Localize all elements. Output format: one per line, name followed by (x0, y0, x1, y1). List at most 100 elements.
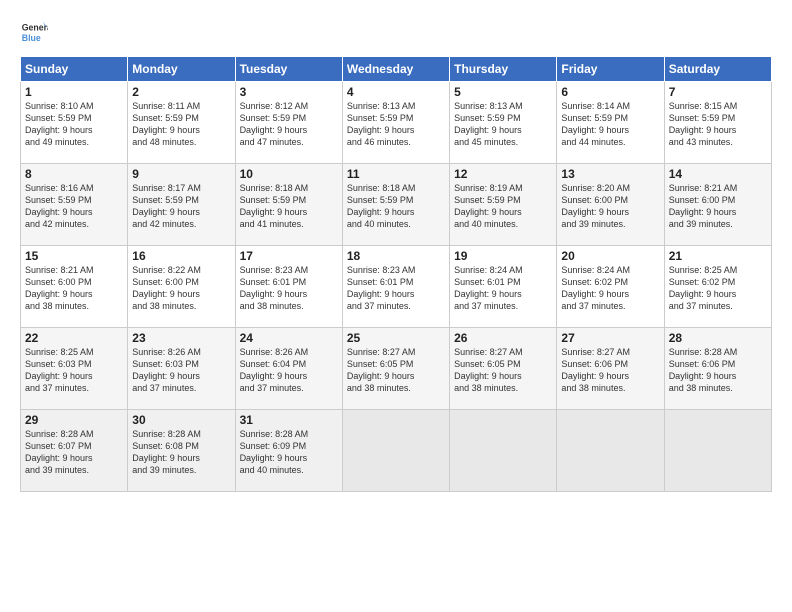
day-info: Sunrise: 8:25 AM Sunset: 6:02 PM Dayligh… (669, 264, 767, 313)
day-info: Sunrise: 8:28 AM Sunset: 6:06 PM Dayligh… (669, 346, 767, 395)
weekday-monday: Monday (128, 57, 235, 82)
calendar-cell: 10Sunrise: 8:18 AM Sunset: 5:59 PM Dayli… (235, 164, 342, 246)
day-info: Sunrise: 8:27 AM Sunset: 6:05 PM Dayligh… (454, 346, 552, 395)
day-number: 2 (132, 85, 230, 99)
weekday-thursday: Thursday (450, 57, 557, 82)
calendar-table: SundayMondayTuesdayWednesdayThursdayFrid… (20, 56, 772, 492)
calendar-cell (450, 410, 557, 492)
calendar-cell: 2Sunrise: 8:11 AM Sunset: 5:59 PM Daylig… (128, 82, 235, 164)
day-info: Sunrise: 8:18 AM Sunset: 5:59 PM Dayligh… (347, 182, 445, 231)
day-number: 5 (454, 85, 552, 99)
logo: General Blue (20, 18, 52, 46)
calendar-cell: 3Sunrise: 8:12 AM Sunset: 5:59 PM Daylig… (235, 82, 342, 164)
calendar-cell: 18Sunrise: 8:23 AM Sunset: 6:01 PM Dayli… (342, 246, 449, 328)
day-info: Sunrise: 8:24 AM Sunset: 6:02 PM Dayligh… (561, 264, 659, 313)
day-number: 13 (561, 167, 659, 181)
day-info: Sunrise: 8:23 AM Sunset: 6:01 PM Dayligh… (347, 264, 445, 313)
calendar-cell: 15Sunrise: 8:21 AM Sunset: 6:00 PM Dayli… (21, 246, 128, 328)
header: General Blue (20, 18, 772, 46)
calendar-cell: 28Sunrise: 8:28 AM Sunset: 6:06 PM Dayli… (664, 328, 771, 410)
day-number: 25 (347, 331, 445, 345)
day-number: 26 (454, 331, 552, 345)
day-info: Sunrise: 8:19 AM Sunset: 5:59 PM Dayligh… (454, 182, 552, 231)
calendar-cell: 5Sunrise: 8:13 AM Sunset: 5:59 PM Daylig… (450, 82, 557, 164)
day-info: Sunrise: 8:28 AM Sunset: 6:09 PM Dayligh… (240, 428, 338, 477)
day-info: Sunrise: 8:12 AM Sunset: 5:59 PM Dayligh… (240, 100, 338, 149)
calendar-cell: 6Sunrise: 8:14 AM Sunset: 5:59 PM Daylig… (557, 82, 664, 164)
calendar-cell: 16Sunrise: 8:22 AM Sunset: 6:00 PM Dayli… (128, 246, 235, 328)
day-info: Sunrise: 8:26 AM Sunset: 6:04 PM Dayligh… (240, 346, 338, 395)
weekday-tuesday: Tuesday (235, 57, 342, 82)
svg-text:Blue: Blue (22, 33, 41, 43)
day-number: 22 (25, 331, 123, 345)
day-info: Sunrise: 8:15 AM Sunset: 5:59 PM Dayligh… (669, 100, 767, 149)
weekday-friday: Friday (557, 57, 664, 82)
day-info: Sunrise: 8:27 AM Sunset: 6:06 PM Dayligh… (561, 346, 659, 395)
calendar-cell: 13Sunrise: 8:20 AM Sunset: 6:00 PM Dayli… (557, 164, 664, 246)
calendar-cell: 4Sunrise: 8:13 AM Sunset: 5:59 PM Daylig… (342, 82, 449, 164)
day-number: 29 (25, 413, 123, 427)
calendar-cell: 27Sunrise: 8:27 AM Sunset: 6:06 PM Dayli… (557, 328, 664, 410)
day-number: 24 (240, 331, 338, 345)
day-number: 21 (669, 249, 767, 263)
calendar-cell: 8Sunrise: 8:16 AM Sunset: 5:59 PM Daylig… (21, 164, 128, 246)
day-number: 31 (240, 413, 338, 427)
calendar-cell: 23Sunrise: 8:26 AM Sunset: 6:03 PM Dayli… (128, 328, 235, 410)
day-info: Sunrise: 8:11 AM Sunset: 5:59 PM Dayligh… (132, 100, 230, 149)
calendar-cell: 7Sunrise: 8:15 AM Sunset: 5:59 PM Daylig… (664, 82, 771, 164)
calendar-cell: 12Sunrise: 8:19 AM Sunset: 5:59 PM Dayli… (450, 164, 557, 246)
day-info: Sunrise: 8:18 AM Sunset: 5:59 PM Dayligh… (240, 182, 338, 231)
day-number: 1 (25, 85, 123, 99)
day-info: Sunrise: 8:17 AM Sunset: 5:59 PM Dayligh… (132, 182, 230, 231)
calendar-cell: 1Sunrise: 8:10 AM Sunset: 5:59 PM Daylig… (21, 82, 128, 164)
day-info: Sunrise: 8:13 AM Sunset: 5:59 PM Dayligh… (454, 100, 552, 149)
day-number: 7 (669, 85, 767, 99)
day-number: 20 (561, 249, 659, 263)
day-info: Sunrise: 8:16 AM Sunset: 5:59 PM Dayligh… (25, 182, 123, 231)
day-number: 18 (347, 249, 445, 263)
day-number: 11 (347, 167, 445, 181)
calendar-cell: 26Sunrise: 8:27 AM Sunset: 6:05 PM Dayli… (450, 328, 557, 410)
day-info: Sunrise: 8:25 AM Sunset: 6:03 PM Dayligh… (25, 346, 123, 395)
calendar-week-5: 29Sunrise: 8:28 AM Sunset: 6:07 PM Dayli… (21, 410, 772, 492)
calendar-cell: 29Sunrise: 8:28 AM Sunset: 6:07 PM Dayli… (21, 410, 128, 492)
day-info: Sunrise: 8:26 AM Sunset: 6:03 PM Dayligh… (132, 346, 230, 395)
day-info: Sunrise: 8:13 AM Sunset: 5:59 PM Dayligh… (347, 100, 445, 149)
day-number: 28 (669, 331, 767, 345)
day-info: Sunrise: 8:28 AM Sunset: 6:08 PM Dayligh… (132, 428, 230, 477)
day-number: 12 (454, 167, 552, 181)
weekday-wednesday: Wednesday (342, 57, 449, 82)
day-number: 9 (132, 167, 230, 181)
day-info: Sunrise: 8:10 AM Sunset: 5:59 PM Dayligh… (25, 100, 123, 149)
day-info: Sunrise: 8:14 AM Sunset: 5:59 PM Dayligh… (561, 100, 659, 149)
day-info: Sunrise: 8:23 AM Sunset: 6:01 PM Dayligh… (240, 264, 338, 313)
weekday-header-row: SundayMondayTuesdayWednesdayThursdayFrid… (21, 57, 772, 82)
logo-icon: General Blue (20, 18, 48, 46)
day-number: 4 (347, 85, 445, 99)
page: General Blue SundayMondayTuesdayWednesda… (0, 0, 792, 612)
day-number: 17 (240, 249, 338, 263)
day-number: 16 (132, 249, 230, 263)
calendar-cell: 25Sunrise: 8:27 AM Sunset: 6:05 PM Dayli… (342, 328, 449, 410)
weekday-saturday: Saturday (664, 57, 771, 82)
day-number: 30 (132, 413, 230, 427)
calendar-week-4: 22Sunrise: 8:25 AM Sunset: 6:03 PM Dayli… (21, 328, 772, 410)
day-info: Sunrise: 8:21 AM Sunset: 6:00 PM Dayligh… (25, 264, 123, 313)
calendar-week-3: 15Sunrise: 8:21 AM Sunset: 6:00 PM Dayli… (21, 246, 772, 328)
day-number: 27 (561, 331, 659, 345)
day-number: 8 (25, 167, 123, 181)
calendar-cell: 21Sunrise: 8:25 AM Sunset: 6:02 PM Dayli… (664, 246, 771, 328)
calendar-cell (557, 410, 664, 492)
calendar-week-1: 1Sunrise: 8:10 AM Sunset: 5:59 PM Daylig… (21, 82, 772, 164)
day-info: Sunrise: 8:27 AM Sunset: 6:05 PM Dayligh… (347, 346, 445, 395)
day-number: 10 (240, 167, 338, 181)
calendar-cell: 24Sunrise: 8:26 AM Sunset: 6:04 PM Dayli… (235, 328, 342, 410)
weekday-sunday: Sunday (21, 57, 128, 82)
day-number: 3 (240, 85, 338, 99)
calendar-week-2: 8Sunrise: 8:16 AM Sunset: 5:59 PM Daylig… (21, 164, 772, 246)
calendar-cell (342, 410, 449, 492)
calendar-cell: 9Sunrise: 8:17 AM Sunset: 5:59 PM Daylig… (128, 164, 235, 246)
calendar-cell: 30Sunrise: 8:28 AM Sunset: 6:08 PM Dayli… (128, 410, 235, 492)
calendar-cell: 14Sunrise: 8:21 AM Sunset: 6:00 PM Dayli… (664, 164, 771, 246)
calendar-cell: 17Sunrise: 8:23 AM Sunset: 6:01 PM Dayli… (235, 246, 342, 328)
